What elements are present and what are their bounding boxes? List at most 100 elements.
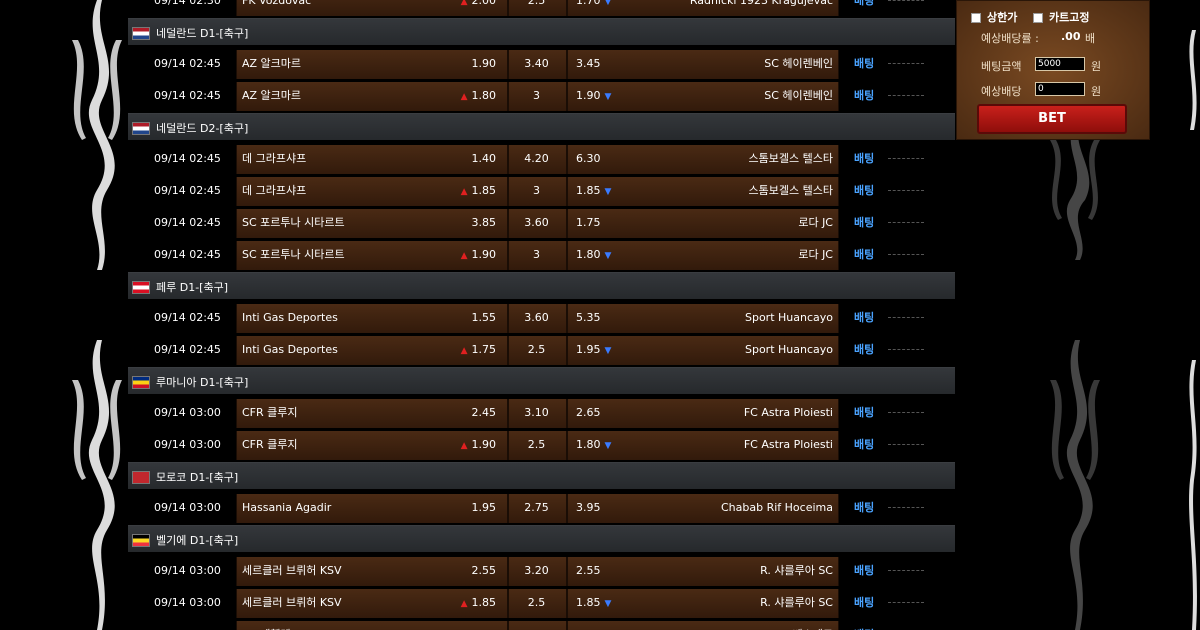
checkbox-icon — [971, 13, 981, 23]
bet-link[interactable]: 배팅 — [854, 493, 874, 523]
home-team-name: SC 포르투나 시타르트 — [242, 216, 345, 229]
away-team-name: FC Astra Ploiesti — [743, 406, 833, 419]
home-team-name: Inti Gas Deportes — [242, 311, 338, 324]
match-time: 09/14 03:00 — [154, 406, 221, 419]
home-odd-value: 2.55 — [471, 564, 497, 577]
home-team-name: 세르클러 브뤼허 KSV — [242, 596, 342, 609]
league-header: 페루 D1-[축구] — [128, 272, 955, 299]
match-row: 09/14 02:45 AZ 알크마르 ▲ 1.80 3 1.90 ▼ SC 헤이렌베인 배팅 — [128, 81, 955, 111]
home-team-name: 세르클러 브뤼허 KSV — [242, 564, 342, 577]
match-row: 09/14 02:45 데 그라프샤프 1.40 4.20 6.30 스톰보겔스 텔스타 배… — [128, 144, 955, 174]
away-team-name: 스톰보겔스 텔스타 — [748, 184, 833, 197]
match-time: 09/14 03:00 — [154, 596, 221, 609]
home-odd-value: 1.40 — [471, 152, 497, 165]
bet-link[interactable]: 배팅 — [854, 49, 874, 79]
league-name: 페루 D1-[축구] — [156, 281, 228, 294]
bet-amount-unit: 원 — [1091, 60, 1102, 73]
odds-up-icon: ▲ — [460, 346, 468, 356]
home-team-name: 데 그라프샤프 — [242, 152, 307, 165]
max-odds-checkbox[interactable]: 상한가 — [971, 9, 1017, 25]
row-divider — [888, 95, 924, 96]
home-team-name: FK Vozdovac — [242, 0, 312, 7]
home-team-name: SC 포르투나 시타르트 — [242, 248, 345, 261]
home-odd: 1.55 — [428, 303, 497, 333]
draw-odd: 2.75 — [524, 501, 549, 514]
league-header: 네덜란드 D2-[축구] — [128, 113, 955, 140]
home-odd: ▲ 2.00 — [428, 0, 496, 16]
match-time: 09/14 03:00 — [154, 501, 221, 514]
odds-up-icon: ▲ — [460, 92, 468, 102]
bet-link[interactable]: 배팅 — [854, 335, 874, 365]
bet-link[interactable]: 배팅 — [854, 620, 874, 630]
bet-link[interactable]: 배팅 — [854, 303, 874, 333]
home-odd-value: 1.55 — [471, 311, 497, 324]
row-divider — [888, 602, 924, 603]
away-team-name: Radnicki 1923 Kragujevac — [689, 0, 833, 7]
home-odd: 1.95 — [428, 493, 497, 523]
bet-link[interactable]: 배팅 — [854, 430, 874, 460]
bet-link[interactable]: 배팅 — [854, 176, 874, 206]
home-odd: ▲ 1.85 — [428, 588, 496, 618]
home-odd: ▲ 1.90 — [428, 240, 496, 270]
odds-up-icon: ▲ — [460, 251, 468, 261]
expected-rate-label: 예상배당률 : — [981, 32, 1039, 45]
max-odds-label: 상한가 — [987, 11, 1018, 24]
row-divider — [888, 63, 924, 64]
draw-odd: 3 — [533, 184, 540, 197]
away-team-name: SC 헤이렌베인 — [764, 89, 833, 102]
bet-amount-label: 베팅금액 — [981, 60, 1022, 73]
away-team-name: 로다 JC — [798, 216, 833, 229]
draw-odd: 2.5 — [527, 343, 546, 356]
row-divider — [888, 158, 924, 159]
match-time: 09/14 03:00 — [154, 438, 221, 451]
bet-slip-panel: 상한가 카트고정 예상배당률 : .00 배 베팅금액 원 예상배당 원 BET — [956, 0, 1150, 140]
bet-link[interactable]: 배팅 — [854, 556, 874, 586]
checkbox-icon — [1033, 13, 1043, 23]
tribal-ornament-icon — [1030, 340, 1120, 630]
bet-link[interactable]: 배팅 — [854, 0, 874, 16]
match-row: 09/14 02:45 데 그라프샤프 ▲ 1.85 3 1.85 ▼ 스톰보겔스 텔스타 배팅 — [128, 176, 955, 206]
odds-up-icon: ▲ — [460, 187, 468, 197]
bet-amount-input[interactable] — [1035, 57, 1085, 71]
away-team-name: FC Astra Ploiesti — [743, 438, 833, 451]
row-divider — [888, 0, 924, 1]
league-name: 모로코 D1-[축구] — [156, 471, 239, 484]
bet-link[interactable]: 배팅 — [854, 81, 874, 111]
away-team-name: SC 헤이렌베인 — [764, 57, 833, 70]
bet-link[interactable]: 배팅 — [854, 398, 874, 428]
match-time: 09/14 02:30 — [154, 0, 221, 7]
home-team-name: KV 메헬렌 — [242, 620, 291, 630]
draw-odd: 3 — [533, 248, 540, 261]
odds-up-icon: ▲ — [460, 441, 468, 451]
betting-board: 09/14 02:30 FK Vozdovac ▲ 2.00 2.5 1.70 ▼ Radni… — [128, 0, 955, 630]
home-odd: ▲ 1.80 — [428, 81, 496, 111]
away-team-name: Sport Huancayo — [744, 311, 833, 324]
away-team-name: KVC 베스테르 — [588, 620, 833, 630]
draw-odd: 3.60 — [524, 311, 549, 324]
row-divider — [888, 254, 924, 255]
country-flag-icon — [132, 122, 150, 135]
match-row: 09/14 02:45 Inti Gas Deportes 1.55 3.60 5.35… — [128, 303, 955, 333]
expected-payout-input[interactable] — [1035, 82, 1085, 96]
home-odd-value: 2.45 — [471, 406, 497, 419]
cart-fix-checkbox[interactable]: 카트고정 — [1033, 9, 1089, 25]
home-odd-value: 1.90 — [471, 438, 497, 451]
match-row: 09/14 02:45 AZ 알크마르 1.90 3.40 3.45 SC 헤이렌베인 배팅 — [128, 49, 955, 79]
away-team-name: 스톰보겔스 텔스타 — [748, 152, 833, 165]
bet-link[interactable]: 배팅 — [854, 208, 874, 238]
draw-odd: 3.60 — [524, 216, 549, 229]
match-row: 09/14 02:45 Inti Gas Deportes ▲ 1.75 2.5 1.95… — [128, 335, 955, 365]
home-team-name: AZ 알크마르 — [242, 89, 302, 102]
league-name: 네덜란드 D1-[축구] — [156, 27, 249, 40]
bet-link[interactable]: 배팅 — [854, 144, 874, 174]
home-odd-value: 1.90 — [471, 57, 497, 70]
home-odd-value: 1.75 — [471, 343, 497, 356]
match-row: 09/14 03:00 세르클러 브뤼허 KSV ▲ 1.85 2.5 1.85 ▼ R. 샤… — [128, 588, 955, 618]
bet-button[interactable]: BET — [977, 104, 1127, 134]
draw-odd: 3 — [533, 89, 540, 102]
bet-link[interactable]: 배팅 — [854, 240, 874, 270]
home-odd-value: 1.80 — [471, 89, 497, 102]
bet-link[interactable]: 배팅 — [854, 588, 874, 618]
league-name: 네덜란드 D2-[축구] — [156, 122, 249, 135]
expected-rate-value: .00 — [1061, 30, 1081, 43]
